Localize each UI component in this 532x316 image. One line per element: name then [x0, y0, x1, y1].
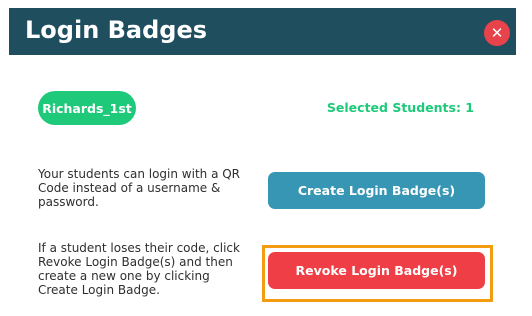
create-button-label: Create Login Badge(s) [297, 183, 456, 198]
dialog-title: Login Badges [25, 16, 208, 44]
revoke-login-badge-button[interactable]: Revoke Login Badge(s) [268, 252, 485, 289]
close-icon: ✕ [490, 24, 504, 42]
login-badges-dialog: Login Badges ✕ Richards_1st Selected Stu… [0, 0, 532, 316]
create-login-badge-button[interactable]: Create Login Badge(s) [268, 172, 485, 209]
revoke-description: If a student loses their code, click Rev… [38, 241, 240, 297]
selected-students-count: Selected Students: 1 [326, 100, 474, 115]
revoke-button-label: Revoke Login Badge(s) [295, 263, 458, 278]
dialog-header: Login Badges [9, 8, 516, 55]
create-description: Your students can login with a QR Code i… [38, 167, 241, 209]
student-name: Richards_1st [42, 100, 132, 116]
student-chip: Richards_1st [38, 91, 136, 125]
close-button[interactable]: ✕ [484, 20, 510, 46]
